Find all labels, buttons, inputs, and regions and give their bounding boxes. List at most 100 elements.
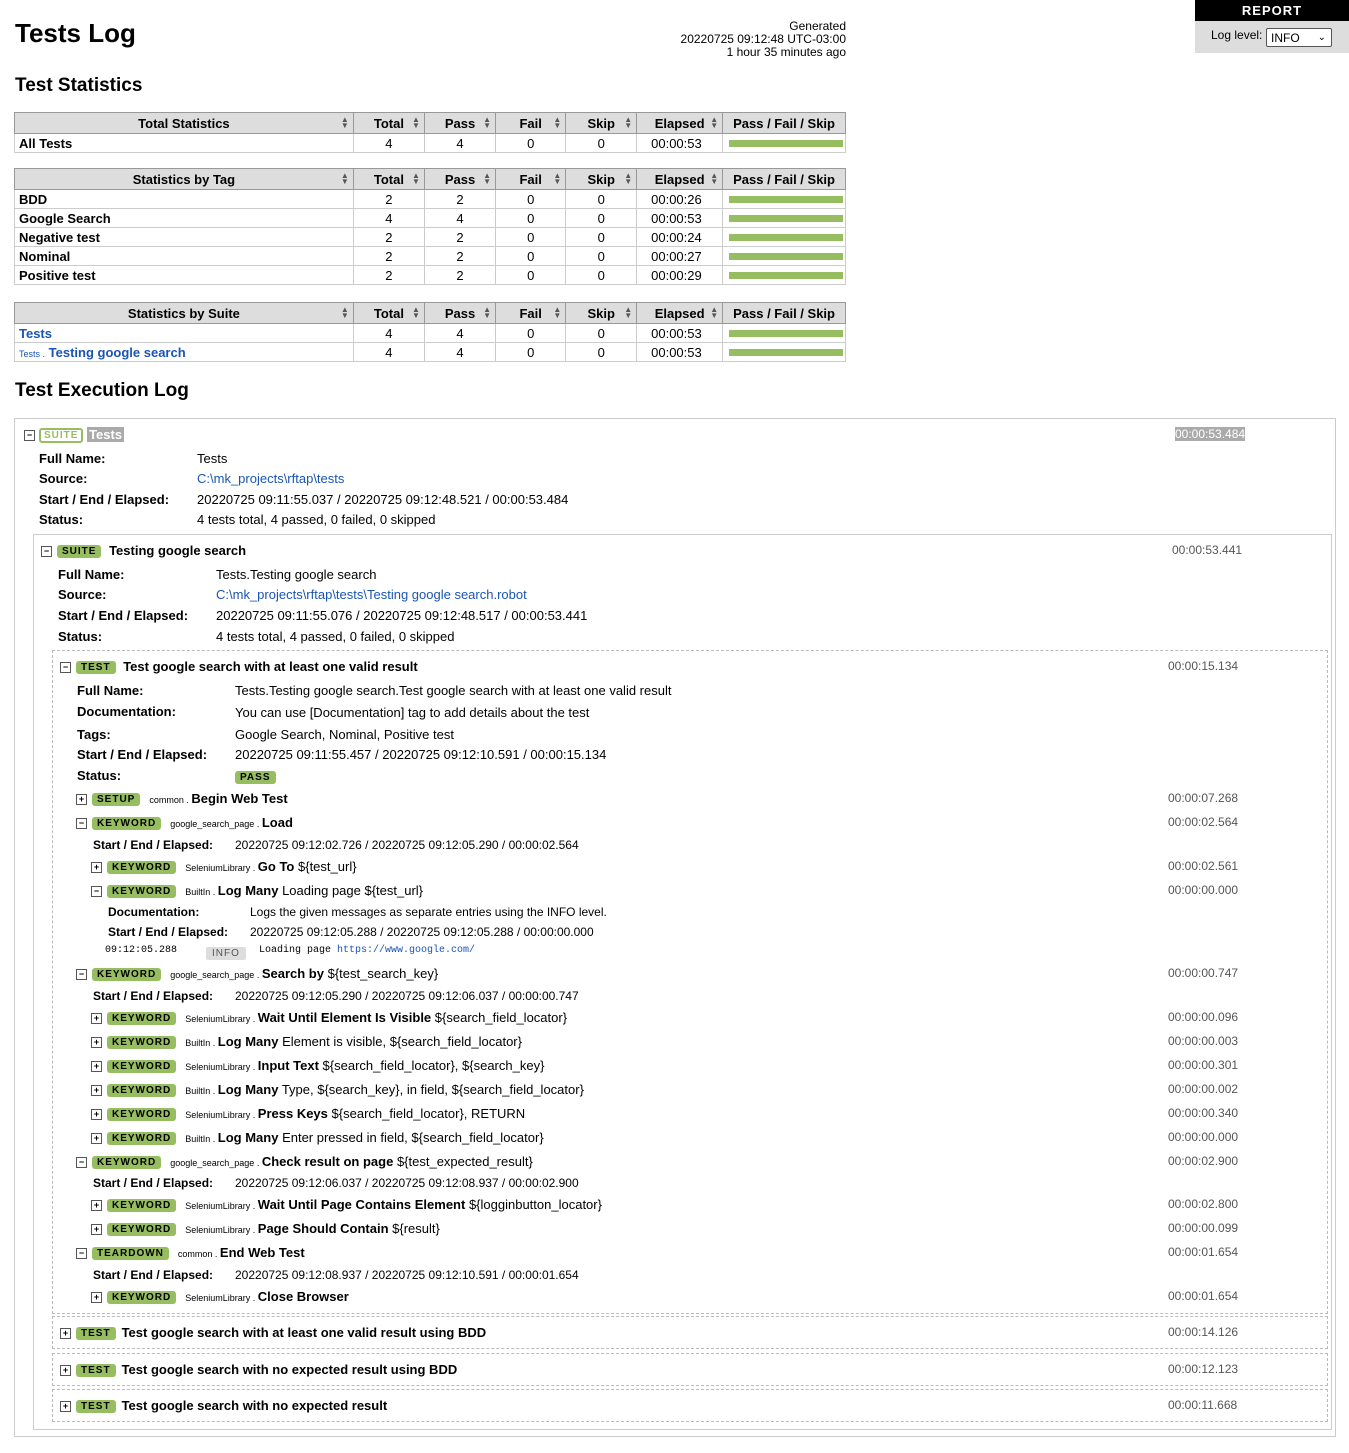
expand-toggle[interactable]: − xyxy=(76,1248,87,1259)
stat-skip: 0 xyxy=(565,342,638,362)
expand-toggle[interactable]: + xyxy=(91,862,102,873)
library-separator: . xyxy=(250,863,258,873)
stat-pass: 4 xyxy=(423,323,497,343)
keyword-row[interactable]: KEYWORD google_search_page . Search by ${… xyxy=(92,966,438,981)
keyword-row[interactable]: KEYWORD SeleniumLibrary . Close Browser xyxy=(107,1289,349,1304)
teardown-row[interactable]: TEARDOWN common . End Web Test xyxy=(92,1245,305,1260)
keyword-badge: KEYWORD xyxy=(107,1084,177,1097)
expand-toggle[interactable]: + xyxy=(91,1013,102,1024)
expand-toggle[interactable]: − xyxy=(91,886,102,897)
expand-toggle[interactable]: − xyxy=(76,969,87,980)
stat-row: All Tests 4 4 0 0 00:00:53 xyxy=(14,133,846,153)
report-link[interactable]: REPORT xyxy=(1195,0,1349,21)
expand-toggle[interactable]: + xyxy=(91,1109,102,1120)
column-header[interactable]: Pass ▲ ▼ xyxy=(423,302,497,324)
test-elapsed: 00:00:14.126 xyxy=(1168,1325,1239,1339)
column-header[interactable]: Pass / Fail / Skip xyxy=(722,168,846,190)
test-header[interactable]: TEST Test google search with no expected … xyxy=(76,1362,457,1377)
keyword-row[interactable]: KEYWORD SeleniumLibrary . Page Should Con… xyxy=(107,1221,440,1236)
message-link[interactable]: https://www.google.com/ xyxy=(337,945,475,956)
expand-toggle[interactable]: + xyxy=(91,1292,102,1303)
keyword-row[interactable]: KEYWORD BuiltIn . Log Many Loading page $… xyxy=(107,883,423,898)
keyword-row[interactable]: KEYWORD google_search_page . Load xyxy=(92,815,293,830)
column-header[interactable]: Skip ▲ ▼ xyxy=(565,302,638,324)
test-header[interactable]: TEST Test google search with at least one… xyxy=(76,1325,486,1340)
column-header[interactable]: Elapsed ▲ ▼ xyxy=(636,302,724,324)
keyword-args: ${search_field_locator}, RETURN xyxy=(331,1106,526,1121)
keyword-elapsed: 00:00:00.099 xyxy=(1168,1221,1239,1235)
column-header[interactable]: Total ▲ ▼ xyxy=(352,302,425,324)
collapse-toggle[interactable]: − xyxy=(24,430,35,441)
suite-prefix-link[interactable]: Tests . xyxy=(19,349,45,359)
sort-icon: ▲ ▼ xyxy=(412,171,420,186)
column-header[interactable]: Elapsed ▲ ▼ xyxy=(636,168,724,190)
source-link[interactable]: C:\mk_projects\rftap\tests\Testing googl… xyxy=(216,587,527,602)
keyword-row[interactable]: KEYWORD BuiltIn . Log Many Type, ${search… xyxy=(107,1082,584,1097)
keyword-row[interactable]: KEYWORD BuiltIn . Log Many Element is vis… xyxy=(107,1034,522,1049)
keyword-name: Log Many xyxy=(217,1034,279,1049)
column-header[interactable]: Total Statistics ▲ ▼ xyxy=(14,112,354,134)
column-header[interactable]: Elapsed ▲ ▼ xyxy=(636,112,724,134)
keyword-row[interactable]: KEYWORD SeleniumLibrary . Press Keys ${se… xyxy=(107,1106,525,1121)
keyword-badge: KEYWORD xyxy=(107,1223,177,1236)
suite-header[interactable]: SUITE Testing google search xyxy=(57,543,246,558)
column-header[interactable]: Skip ▲ ▼ xyxy=(565,168,638,190)
expand-toggle[interactable]: + xyxy=(60,1365,71,1376)
suite-link[interactable]: Testing google search xyxy=(49,345,186,360)
keyword-name: Wait Until Page Contains Element xyxy=(257,1197,466,1212)
keyword-row[interactable]: KEYWORD BuiltIn . Log Many Enter pressed … xyxy=(107,1130,544,1145)
collapse-toggle[interactable]: − xyxy=(60,662,71,673)
column-header[interactable]: Skip ▲ ▼ xyxy=(565,112,638,134)
stat-fail: 0 xyxy=(495,133,567,153)
keyword-row[interactable]: KEYWORD SeleniumLibrary . Wait Until Elem… xyxy=(107,1010,567,1025)
expand-toggle[interactable]: − xyxy=(76,818,87,829)
expand-toggle[interactable]: + xyxy=(91,1085,102,1096)
test-header[interactable]: TEST Test google search with no expected … xyxy=(76,1398,387,1413)
keyword-row[interactable]: KEYWORD google_search_page . Check result… xyxy=(92,1154,533,1169)
report-panel: REPORT Log level: INFO ⌄ xyxy=(1195,0,1349,53)
column-header[interactable]: Pass ▲ ▼ xyxy=(423,112,497,134)
root-suite-header[interactable]: SUITE Tests xyxy=(39,427,125,443)
expand-toggle[interactable]: − xyxy=(76,1157,87,1168)
column-header[interactable]: Total ▲ ▼ xyxy=(352,112,425,134)
expand-toggle[interactable]: + xyxy=(91,1037,102,1048)
keyword-args: ${result} xyxy=(392,1221,440,1236)
column-header[interactable]: Statistics by Tag ▲ ▼ xyxy=(14,168,354,190)
stat-name[interactable]: Tests . Testing google search xyxy=(14,342,354,362)
expand-toggle[interactable]: + xyxy=(60,1401,71,1412)
suite-link[interactable]: Tests xyxy=(19,326,52,341)
keyword-elapsed: 00:00:02.900 xyxy=(1168,1154,1239,1168)
column-header[interactable]: Statistics by Suite ▲ ▼ xyxy=(14,302,354,324)
column-header-label: Pass / Fail / Skip xyxy=(733,171,835,187)
expand-toggle[interactable]: + xyxy=(91,1224,102,1235)
expand-toggle[interactable]: + xyxy=(91,1133,102,1144)
column-header[interactable]: Pass / Fail / Skip xyxy=(722,302,846,324)
expand-toggle[interactable]: + xyxy=(91,1061,102,1072)
expand-toggle[interactable]: + xyxy=(91,1200,102,1211)
library-name: google_search_page xyxy=(170,970,255,980)
setup-row[interactable]: SETUP common . Begin Web Test xyxy=(92,791,288,806)
column-header[interactable]: Pass ▲ ▼ xyxy=(423,168,497,190)
stat-row: Tests . Testing google search 4 4 0 0 00:00:5… xyxy=(14,342,846,362)
column-header-label: Statistics by Tag xyxy=(132,171,236,187)
source-link[interactable]: C:\mk_projects\rftap\tests xyxy=(197,471,344,486)
keyword-row[interactable]: KEYWORD SeleniumLibrary . Go To ${test_ur… xyxy=(107,859,357,874)
expand-toggle[interactable]: + xyxy=(60,1328,71,1339)
column-header-label: Pass / Fail / Skip xyxy=(733,305,835,321)
stat-name[interactable]: Tests xyxy=(14,323,354,343)
stat-total: 2 xyxy=(352,246,425,266)
column-header[interactable]: Total ▲ ▼ xyxy=(352,168,425,190)
expand-toggle[interactable]: + xyxy=(76,794,87,805)
stat-total: 4 xyxy=(352,133,425,153)
column-header[interactable]: Pass / Fail / Skip xyxy=(722,112,846,134)
keyword-row[interactable]: KEYWORD SeleniumLibrary . Wait Until Page… xyxy=(107,1197,602,1212)
column-header[interactable]: Fail ▲ ▼ xyxy=(495,168,567,190)
column-header[interactable]: Fail ▲ ▼ xyxy=(495,302,567,324)
stat-total: 2 xyxy=(352,265,425,285)
log-level-select[interactable]: INFO ⌄ xyxy=(1266,28,1332,47)
collapse-toggle[interactable]: − xyxy=(41,546,52,557)
generated-info: Generated 20220725 09:12:48 UTC-03:00 1 … xyxy=(681,20,846,59)
test-header[interactable]: TEST Test google search with at least on… xyxy=(76,659,418,674)
keyword-row[interactable]: KEYWORD SeleniumLibrary . Input Text ${se… xyxy=(107,1058,544,1073)
column-header[interactable]: Fail ▲ ▼ xyxy=(495,112,567,134)
